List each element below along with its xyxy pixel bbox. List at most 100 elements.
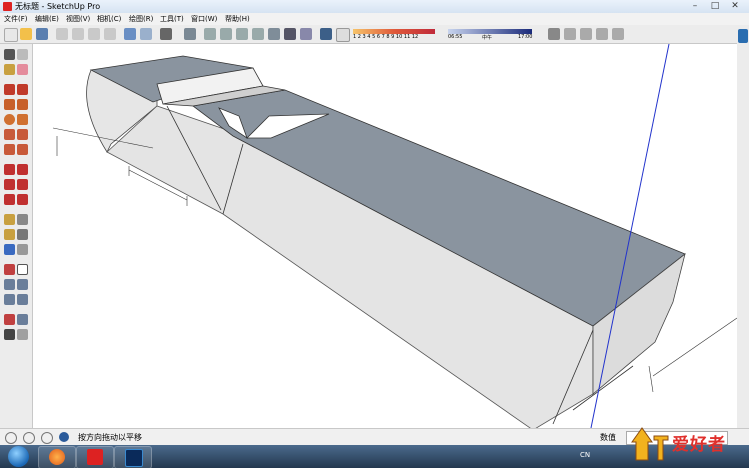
follow-me-icon[interactable] bbox=[17, 179, 28, 190]
taskbar-app-firefox[interactable] bbox=[38, 446, 76, 469]
model-info-icon[interactable] bbox=[184, 28, 196, 40]
zoom-window-icon[interactable] bbox=[17, 279, 28, 290]
eraser-icon[interactable] bbox=[17, 64, 28, 75]
taskbar-app-sketchup[interactable] bbox=[76, 446, 114, 469]
zoom-tool-icon[interactable] bbox=[4, 279, 15, 290]
look-around-icon[interactable] bbox=[17, 314, 28, 325]
language-indicator[interactable]: CN bbox=[580, 451, 590, 459]
title-bar: 无标题 - SketchUp Pro – □ ✕ bbox=[0, 0, 749, 14]
offset-tool-icon[interactable] bbox=[17, 194, 28, 205]
menu-window[interactable]: 窗口(W) bbox=[191, 14, 217, 24]
monochrome-style-icon[interactable] bbox=[300, 28, 312, 40]
time-start-label: 06:55 bbox=[448, 34, 463, 40]
instructor-tab-icon[interactable] bbox=[738, 29, 748, 43]
model-canvas bbox=[52, 43, 738, 431]
sketchup-app-icon bbox=[3, 2, 12, 11]
tool-palette bbox=[0, 44, 33, 428]
share-model-icon[interactable] bbox=[580, 28, 592, 40]
menu-tools[interactable]: 工具(T) bbox=[160, 14, 184, 24]
right-panel bbox=[737, 25, 749, 428]
front-view-icon[interactable] bbox=[236, 28, 248, 40]
arc-tool-icon[interactable] bbox=[4, 129, 15, 140]
orbit-tool-icon[interactable] bbox=[4, 264, 15, 275]
push-pull-icon[interactable] bbox=[17, 164, 28, 175]
section-plane-icon[interactable] bbox=[17, 329, 28, 340]
menu-bar: 文件(F) 编辑(E) 视图(V) 相机(C) 绘图(R) 工具(T) 窗口(W… bbox=[0, 13, 749, 25]
textured-style-icon[interactable] bbox=[284, 28, 296, 40]
polygon-tool-icon[interactable] bbox=[17, 114, 28, 125]
three-point-arc-icon[interactable] bbox=[4, 144, 15, 155]
zoom-extents-icon[interactable] bbox=[4, 294, 15, 305]
paste-icon[interactable] bbox=[88, 28, 100, 40]
month-scale: 1 2 3 4 5 6 7 8 9 10 11 12 bbox=[353, 34, 419, 40]
time-noon-label: 中午 bbox=[482, 35, 493, 41]
right-view-icon[interactable] bbox=[252, 28, 264, 40]
menu-draw[interactable]: 绘图(R) bbox=[129, 14, 153, 24]
copy-icon[interactable] bbox=[72, 28, 84, 40]
freehand-tool-icon[interactable] bbox=[17, 84, 28, 95]
shaded-style-icon[interactable] bbox=[268, 28, 280, 40]
scale-tool-icon[interactable] bbox=[4, 194, 15, 205]
rotated-rectangle-icon[interactable] bbox=[17, 99, 28, 110]
erase-icon[interactable] bbox=[104, 28, 116, 40]
watermark-text: 爱好者 bbox=[672, 435, 726, 455]
new-file-icon[interactable] bbox=[4, 28, 18, 42]
cut-icon[interactable] bbox=[56, 28, 68, 40]
3d-text-icon[interactable] bbox=[17, 244, 28, 255]
move-tool-icon[interactable] bbox=[4, 164, 15, 175]
save-icon[interactable] bbox=[36, 28, 48, 40]
time-end-label: 17:00 bbox=[518, 34, 533, 40]
menu-help[interactable]: 帮助(H) bbox=[225, 14, 250, 24]
photoshop-icon bbox=[125, 449, 143, 467]
model-viewport[interactable] bbox=[33, 43, 738, 431]
undo-icon[interactable] bbox=[124, 28, 136, 40]
sketchup-icon bbox=[87, 449, 103, 465]
geo-location-icon[interactable] bbox=[5, 432, 17, 444]
pie-tool-icon[interactable] bbox=[17, 144, 28, 155]
open-folder-icon[interactable] bbox=[20, 28, 32, 40]
previous-view-icon[interactable] bbox=[17, 294, 28, 305]
shadows-toggle-icon[interactable] bbox=[320, 28, 332, 40]
make-component-icon[interactable] bbox=[17, 49, 28, 60]
two-point-arc-icon[interactable] bbox=[17, 129, 28, 140]
user-icon[interactable] bbox=[41, 432, 53, 444]
menu-edit[interactable]: 编辑(E) bbox=[35, 14, 59, 24]
warehouse-icon[interactable] bbox=[548, 28, 560, 40]
close-button[interactable]: ✕ bbox=[728, 1, 742, 11]
axes-tool-icon[interactable] bbox=[4, 244, 15, 255]
protractor-icon[interactable] bbox=[4, 229, 15, 240]
select-tool-icon[interactable] bbox=[4, 49, 15, 60]
get-models-icon[interactable] bbox=[564, 28, 576, 40]
redo-icon[interactable] bbox=[140, 28, 152, 40]
window-title: 无标题 - SketchUp Pro bbox=[15, 2, 101, 11]
status-message: 按方向拖动以平移 bbox=[78, 433, 142, 442]
walk-tool-icon[interactable] bbox=[4, 329, 15, 340]
measurements-label: 数值 bbox=[600, 433, 616, 442]
share-component-icon[interactable] bbox=[596, 28, 608, 40]
iso-view-icon[interactable] bbox=[204, 28, 216, 40]
taskbar-app-photoshop[interactable] bbox=[114, 446, 152, 469]
rectangle-tool-icon[interactable] bbox=[4, 99, 15, 110]
menu-camera[interactable]: 相机(C) bbox=[97, 14, 121, 24]
firefox-icon bbox=[49, 449, 65, 465]
text-tool-icon[interactable] bbox=[17, 229, 28, 240]
position-camera-icon[interactable] bbox=[4, 314, 15, 325]
credits-icon[interactable] bbox=[23, 432, 35, 444]
rotate-tool-icon[interactable] bbox=[4, 179, 15, 190]
maximize-button[interactable]: □ bbox=[708, 1, 722, 11]
fog-toggle-icon[interactable] bbox=[336, 28, 350, 42]
extension-warehouse-icon[interactable] bbox=[612, 28, 624, 40]
print-icon[interactable] bbox=[160, 28, 172, 40]
minimize-button[interactable]: – bbox=[688, 1, 702, 11]
pan-tool-icon[interactable] bbox=[17, 264, 28, 275]
paint-bucket-icon[interactable] bbox=[4, 64, 15, 75]
help-icon[interactable] bbox=[59, 432, 69, 442]
top-view-icon[interactable] bbox=[220, 28, 232, 40]
circle-tool-icon[interactable] bbox=[4, 114, 15, 125]
tape-measure-icon[interactable] bbox=[4, 214, 15, 225]
menu-file[interactable]: 文件(F) bbox=[4, 14, 28, 24]
start-button[interactable] bbox=[8, 446, 29, 467]
menu-view[interactable]: 视图(V) bbox=[66, 14, 90, 24]
dimension-tool-icon[interactable] bbox=[17, 214, 28, 225]
line-tool-icon[interactable] bbox=[4, 84, 15, 95]
